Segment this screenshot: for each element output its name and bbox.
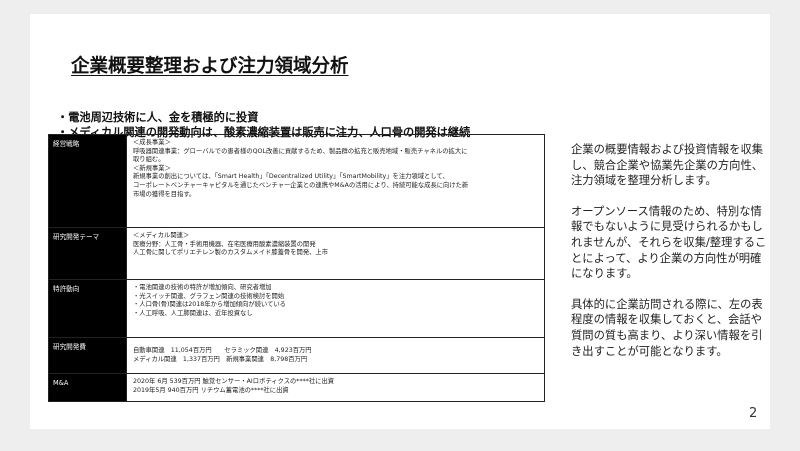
row-header: M&A bbox=[48, 373, 127, 402]
table-row: 研究開発費 自動車関連 11,054百万円 セラミック関連 4,923百万円 メ… bbox=[48, 337, 545, 374]
table-row: 経営戦略 ＜成長事業＞ 呼吸器関連事業：グローバルでの患者様のQOL改善に貢献す… bbox=[48, 134, 545, 228]
row-header: 経営戦略 bbox=[48, 134, 127, 228]
row-header: 研究開発費 bbox=[48, 337, 127, 374]
content-line: ＜メディカル関連＞ bbox=[133, 232, 190, 239]
row-content: ・電池関連の技術の特許が増加傾向、研究者増加 ・光スイッチ関連、グラフェン関連の… bbox=[126, 279, 545, 338]
content-line: ・電池関連の技術の特許が増加傾向、研究者増加 bbox=[133, 284, 272, 291]
content-line: 新規事業の創出については、「Smart Health」「Decentralize… bbox=[133, 173, 449, 181]
content-line: 呼吸器関連事業：グローバルでの患者様のQOL改善に貢献するため、製品群の拡充と販… bbox=[133, 147, 468, 155]
content-line: 自動車関連 11,054百万円 セラミック関連 4,923百万円 bbox=[133, 346, 312, 354]
content-line: 医療分野：人工骨・手術用機器、在宅医療用酸素濃縮装置の開発 bbox=[133, 240, 316, 248]
row-content: 2020年 6月 539百万円 触覚センサー・AIロボティクスの****社に出資… bbox=[126, 373, 545, 402]
content-line: コーポレートベンチャーキャピタルを通じたベンチャー企業との連携やM&Aの活用によ… bbox=[133, 181, 469, 189]
explanation-text: 企業の概要情報および投資情報を収集し、競合企業や協業先企業の方向性、注力領域を整… bbox=[571, 142, 771, 374]
content-line: 2019年5月 940百万円 リチウム蓄電池の****社に出資 bbox=[133, 386, 289, 394]
company-info-table: 経営戦略 ＜成長事業＞ 呼吸器関連事業：グローバルでの患者様のQOL改善に貢献す… bbox=[48, 134, 545, 402]
table-row: M&A 2020年 6月 539百万円 触覚センサー・AIロボティクスの****… bbox=[48, 373, 545, 402]
slide-title: 企業概要整理および注力領域分析 bbox=[71, 56, 349, 77]
slide: 企業概要整理および注力領域分析 ・電池周辺技術に人、金を積極的に投資 ・メディカ… bbox=[30, 14, 770, 429]
explanation-paragraph: 企業の概要情報および投資情報を収集し、競合企業や協業先企業の方向性、注力領域を整… bbox=[571, 143, 764, 188]
table-row: 研究開発テーマ ＜メディカル関連＞ 医療分野：人工骨・手術用機器、在宅医療用酸素… bbox=[48, 227, 545, 280]
content-line: 取り組む。 bbox=[133, 156, 165, 164]
explanation-paragraph: 具体的に企業訪問される際に、左の表程度の情報を収集しておくと、会話や質問の質も高… bbox=[571, 297, 763, 358]
content-line: ＜成長事業＞ bbox=[133, 139, 171, 146]
row-content: 自動車関連 11,054百万円 セラミック関連 4,923百万円 メディカル関連… bbox=[126, 337, 545, 374]
content-line: 2020年 6月 539百万円 触覚センサー・AIロボティクスの****社に出資 bbox=[133, 378, 335, 385]
content-line: 人工骨に関してポリエチレン製のカスタムメイド膝蓋骨を開発、上市 bbox=[133, 249, 329, 257]
explanation-paragraph: オープンソース情報のため、特別な情報でもないように見受けられるかもしれませんが、… bbox=[571, 204, 767, 281]
content-line: メディカル関連 1,337百万円 新規事業関連 8,798百万円 bbox=[133, 355, 308, 363]
table-row: 特許動向 ・電池関連の技術の特許が増加傾向、研究者増加 ・光スイッチ関連、グラフ… bbox=[48, 279, 545, 338]
row-content: ＜成長事業＞ 呼吸器関連事業：グローバルでの患者様のQOL改善に貢献するため、製… bbox=[126, 134, 545, 228]
row-content: ＜メディカル関連＞ 医療分野：人工骨・手術用機器、在宅医療用酸素濃縮装置の開発 … bbox=[126, 227, 545, 280]
content-line: ・光スイッチ関連、グラフェン関連の技術検討を開始 bbox=[133, 292, 285, 300]
content-line: ・人工呼吸、人工肺関連は、近年投資なし bbox=[133, 309, 253, 317]
bullet-item: ・電池周辺技術に人、金を積極的に投資 bbox=[57, 111, 259, 124]
row-header: 研究開発テーマ bbox=[48, 227, 127, 280]
content-line: 市場の獲得を目指す。 bbox=[133, 190, 196, 198]
page-number: 2 bbox=[749, 406, 758, 421]
row-header: 特許動向 bbox=[48, 279, 127, 338]
content-line: ・人口骨(骨)関連は2018年から増加傾向が続いている bbox=[133, 301, 286, 309]
